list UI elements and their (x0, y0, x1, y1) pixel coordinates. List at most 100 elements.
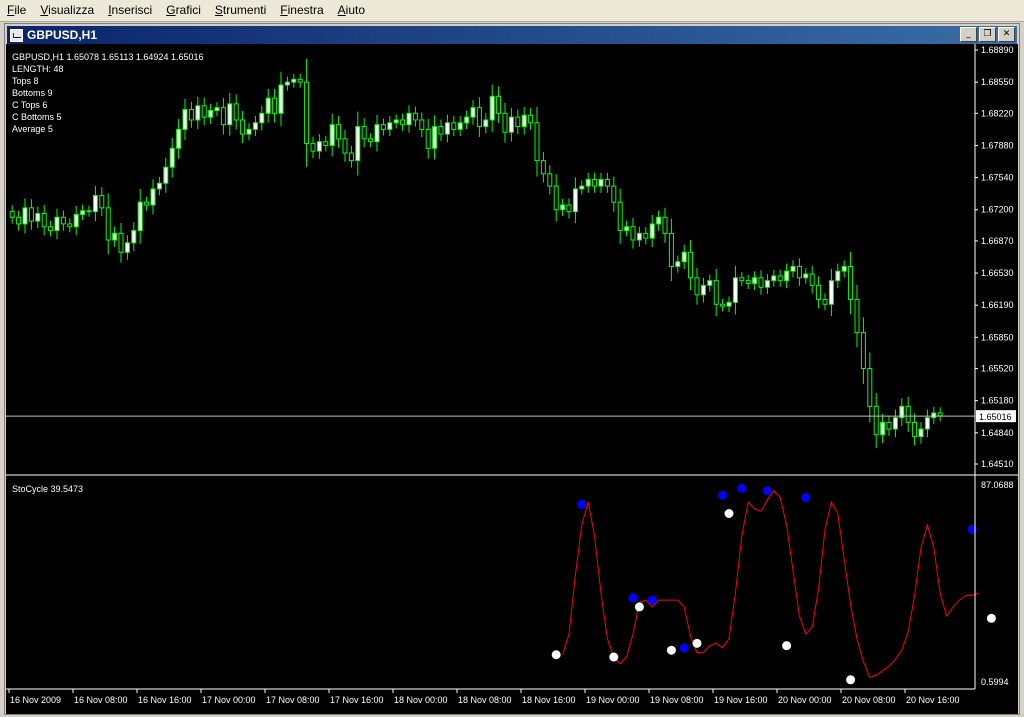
candle-body (521, 114, 527, 128)
cycle-bottom-marker (551, 650, 561, 660)
menu-bar: File Visualizza Inserisci Grafici Strumenti F… (0, 0, 1024, 22)
cycle-bottom-marker (634, 602, 644, 612)
candle-body (169, 147, 175, 168)
price-tick-label: 1.65520 (981, 364, 1014, 374)
candle-body (348, 152, 354, 162)
candle-body (400, 119, 406, 126)
candle-body (816, 284, 822, 301)
candle-body (656, 216, 662, 225)
candle-body (796, 265, 802, 279)
axes: 1.68890 1.68550 1.68220 1.67880 1.67540 1.672… (6, 44, 1018, 705)
candle-body (534, 122, 540, 162)
candle-body (508, 116, 514, 133)
close-button[interactable]: ✕ (998, 27, 1015, 42)
time-tick-label: 19 Nov 00:00 (586, 695, 640, 705)
candle-body (297, 78, 303, 83)
window-controls: _ ❐ ✕ (960, 27, 1015, 42)
time-tick-label: 19 Nov 08:00 (650, 695, 704, 705)
cycle-bottom-marker (782, 641, 792, 651)
candle-body (790, 265, 796, 272)
price-tick-label: 1.64840 (981, 428, 1014, 438)
candle-body (841, 265, 847, 272)
menu-file[interactable]: File (0, 0, 33, 21)
candle-body (464, 116, 470, 124)
candle-body (54, 216, 60, 232)
candle-body (131, 230, 137, 244)
candle-body (220, 107, 226, 126)
candle-body (636, 232, 642, 241)
candle-body (227, 103, 233, 126)
restore-button[interactable]: ❐ (979, 27, 996, 42)
candle-body (41, 213, 47, 228)
window-titlebar[interactable]: GBPUSD,H1 _ ❐ ✕ (7, 26, 1017, 44)
candle-body (438, 126, 444, 135)
candle-body (771, 275, 777, 282)
candle-body (406, 112, 412, 126)
candle-body (176, 128, 182, 149)
candle-body (387, 122, 393, 130)
candle-body (118, 232, 124, 253)
price-tick-label: 1.67540 (981, 173, 1014, 183)
menu-inserisci[interactable]: Inserisci (101, 0, 159, 21)
indicator-panel (551, 483, 996, 685)
info-line: LENGTH: 48 (12, 64, 64, 74)
candle-body (278, 84, 284, 114)
minimize-button[interactable]: _ (960, 27, 977, 42)
candle-body (67, 223, 73, 228)
candle-body (156, 182, 162, 190)
candle-body (867, 368, 873, 407)
candle-body (163, 166, 169, 184)
info-line: C Tops 6 (12, 100, 47, 110)
candle-body (60, 216, 66, 225)
candle-body (540, 160, 546, 175)
candle-body (195, 105, 201, 121)
candle-body (457, 122, 463, 130)
candle-body (265, 97, 271, 114)
candle-body (329, 124, 335, 146)
menu-strumenti[interactable]: Strumenti (208, 0, 273, 21)
candle-body (572, 188, 578, 213)
candle-body (604, 178, 610, 187)
candle-body (432, 126, 438, 149)
time-tick-label: 18 Nov 08:00 (458, 695, 512, 705)
candle-body (272, 97, 278, 114)
cycle-bottom-marker (986, 613, 996, 623)
candle-body (444, 122, 450, 135)
candle-body (720, 303, 726, 307)
menu-finestra[interactable]: Finestra (273, 0, 330, 21)
candle-body (822, 299, 828, 305)
candle-body (809, 273, 815, 286)
menu-grafici[interactable]: Grafici (159, 0, 208, 21)
menu-aiuto[interactable]: Aiuto (331, 0, 372, 21)
price-tick-label: 1.66530 (981, 268, 1014, 278)
candle-body (764, 280, 770, 288)
candle-body (560, 204, 566, 211)
menu-visualizza[interactable]: Visualizza (33, 0, 101, 21)
chart-area[interactable]: LENGTH: 48 Tops 8 Bottoms 9 C Tops 6 C Botto… (6, 44, 1018, 714)
candle-body (745, 280, 751, 284)
price-tick-label: 1.68890 (981, 45, 1014, 55)
candle-body (259, 112, 265, 124)
cycle-top-marker (679, 643, 689, 653)
price-tick-label: 1.65180 (981, 396, 1014, 406)
candle-body (483, 119, 489, 128)
chart-canvas[interactable]: LENGTH: 48 Tops 8 Bottoms 9 C Tops 6 C Botto… (6, 44, 1018, 714)
price-tick-label: 1.68550 (981, 77, 1014, 87)
cycle-bottom-marker (692, 638, 702, 648)
candle-body (80, 210, 86, 215)
time-tick-label: 17 Nov 00:00 (202, 695, 256, 705)
candle-body (310, 143, 316, 152)
candle-body (342, 138, 348, 154)
candle-body (905, 405, 911, 423)
candle-body (92, 195, 98, 213)
candle-body (470, 107, 476, 118)
candle-body (892, 417, 898, 430)
candle-body (99, 195, 105, 209)
candle-body (886, 421, 892, 430)
candle-body (700, 284, 706, 296)
candle-body (425, 128, 431, 149)
candle-body (73, 213, 79, 228)
price-header: GBPUSD,H1 1.65078 1.65113 1.64924 1.6501… (12, 52, 203, 62)
candle-body (86, 210, 92, 213)
info-line: Average 5 (12, 124, 53, 134)
